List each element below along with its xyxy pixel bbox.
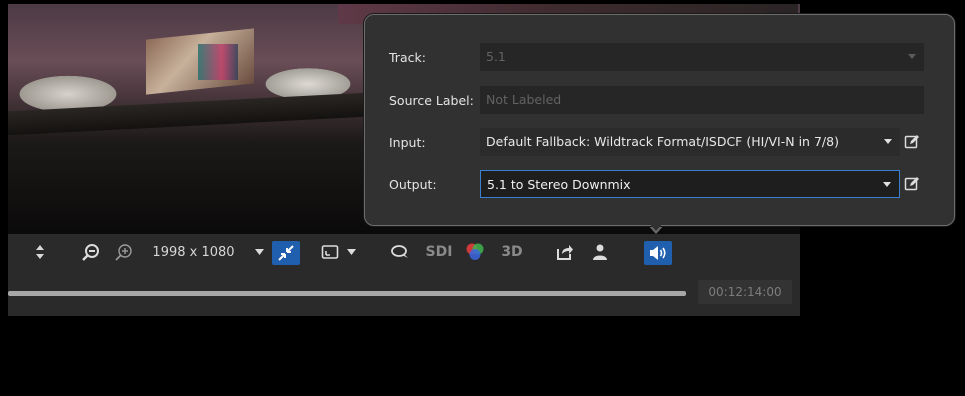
track-row: Track: 5.1	[365, 43, 954, 73]
zoom-in-icon[interactable]	[113, 234, 135, 270]
input-row: Input: Default Fallback: Wildtrack Forma…	[365, 128, 954, 158]
subtitles-icon[interactable]	[388, 234, 412, 270]
source-label-placeholder: Not Labeled	[486, 92, 562, 107]
timecode-display: 00:12:14:00	[698, 280, 792, 304]
chevron-down-icon	[346, 249, 356, 255]
source-label-field[interactable]: Not Labeled	[480, 86, 924, 114]
3d-button[interactable]: 3D	[498, 234, 526, 270]
timeline: 00:12:14:00	[8, 278, 800, 308]
track-label: Track:	[389, 50, 426, 65]
track-select[interactable]: 5.1	[480, 43, 924, 71]
output-value: 5.1 to Stereo Downmix	[487, 177, 631, 192]
up-down-arrows-icon[interactable]	[30, 234, 50, 270]
zoom-out-icon[interactable]	[80, 234, 102, 270]
edit-icon[interactable]	[904, 176, 920, 192]
output-row: Output: 5.1 to Stereo Downmix	[365, 170, 954, 200]
fit-to-window-icon	[278, 245, 294, 261]
source-label-row: Source Label: Not Labeled	[365, 86, 954, 116]
popup-pointer	[648, 222, 664, 231]
aspect-ratio-button[interactable]	[316, 234, 360, 270]
player-toolbar: 1998 x 1080 SDI 3D 00:12:14:00	[8, 234, 800, 316]
audio-button[interactable]	[644, 241, 672, 265]
chevron-down-icon	[884, 139, 892, 144]
timeline-scrubber[interactable]	[8, 291, 686, 296]
resolution-value: 1998 x 1080	[152, 244, 235, 260]
resolution-select[interactable]: 1998 x 1080	[149, 234, 267, 270]
aspect-ratio-icon	[321, 245, 338, 259]
chevron-down-icon	[254, 249, 264, 255]
chevron-down-icon	[908, 54, 916, 59]
output-label: Output:	[389, 177, 437, 192]
output-select[interactable]: 5.1 to Stereo Downmix	[480, 170, 900, 198]
chevron-down-icon	[883, 182, 891, 187]
edit-icon[interactable]	[904, 134, 920, 150]
color-channels-icon[interactable]	[463, 234, 487, 270]
input-value: Default Fallback: Wildtrack Format/ISDCF…	[486, 134, 839, 149]
audio-icon	[650, 246, 666, 260]
fit-to-window-button[interactable]	[272, 241, 300, 265]
source-label-label: Source Label:	[389, 93, 474, 108]
export-icon[interactable]	[553, 234, 577, 270]
audio-settings-popup: Track: 5.1 Source Label: Not Labeled Inp…	[364, 14, 955, 226]
toolbar-row: 1998 x 1080 SDI 3D	[8, 234, 800, 270]
sdi-button[interactable]: SDI	[423, 234, 455, 270]
input-label: Input:	[389, 135, 426, 150]
video-frame-detail	[198, 44, 238, 80]
user-icon[interactable]	[588, 234, 612, 270]
video-frame-detail	[8, 92, 368, 136]
input-select[interactable]: Default Fallback: Wildtrack Format/ISDCF…	[480, 128, 900, 156]
track-value: 5.1	[486, 49, 506, 64]
